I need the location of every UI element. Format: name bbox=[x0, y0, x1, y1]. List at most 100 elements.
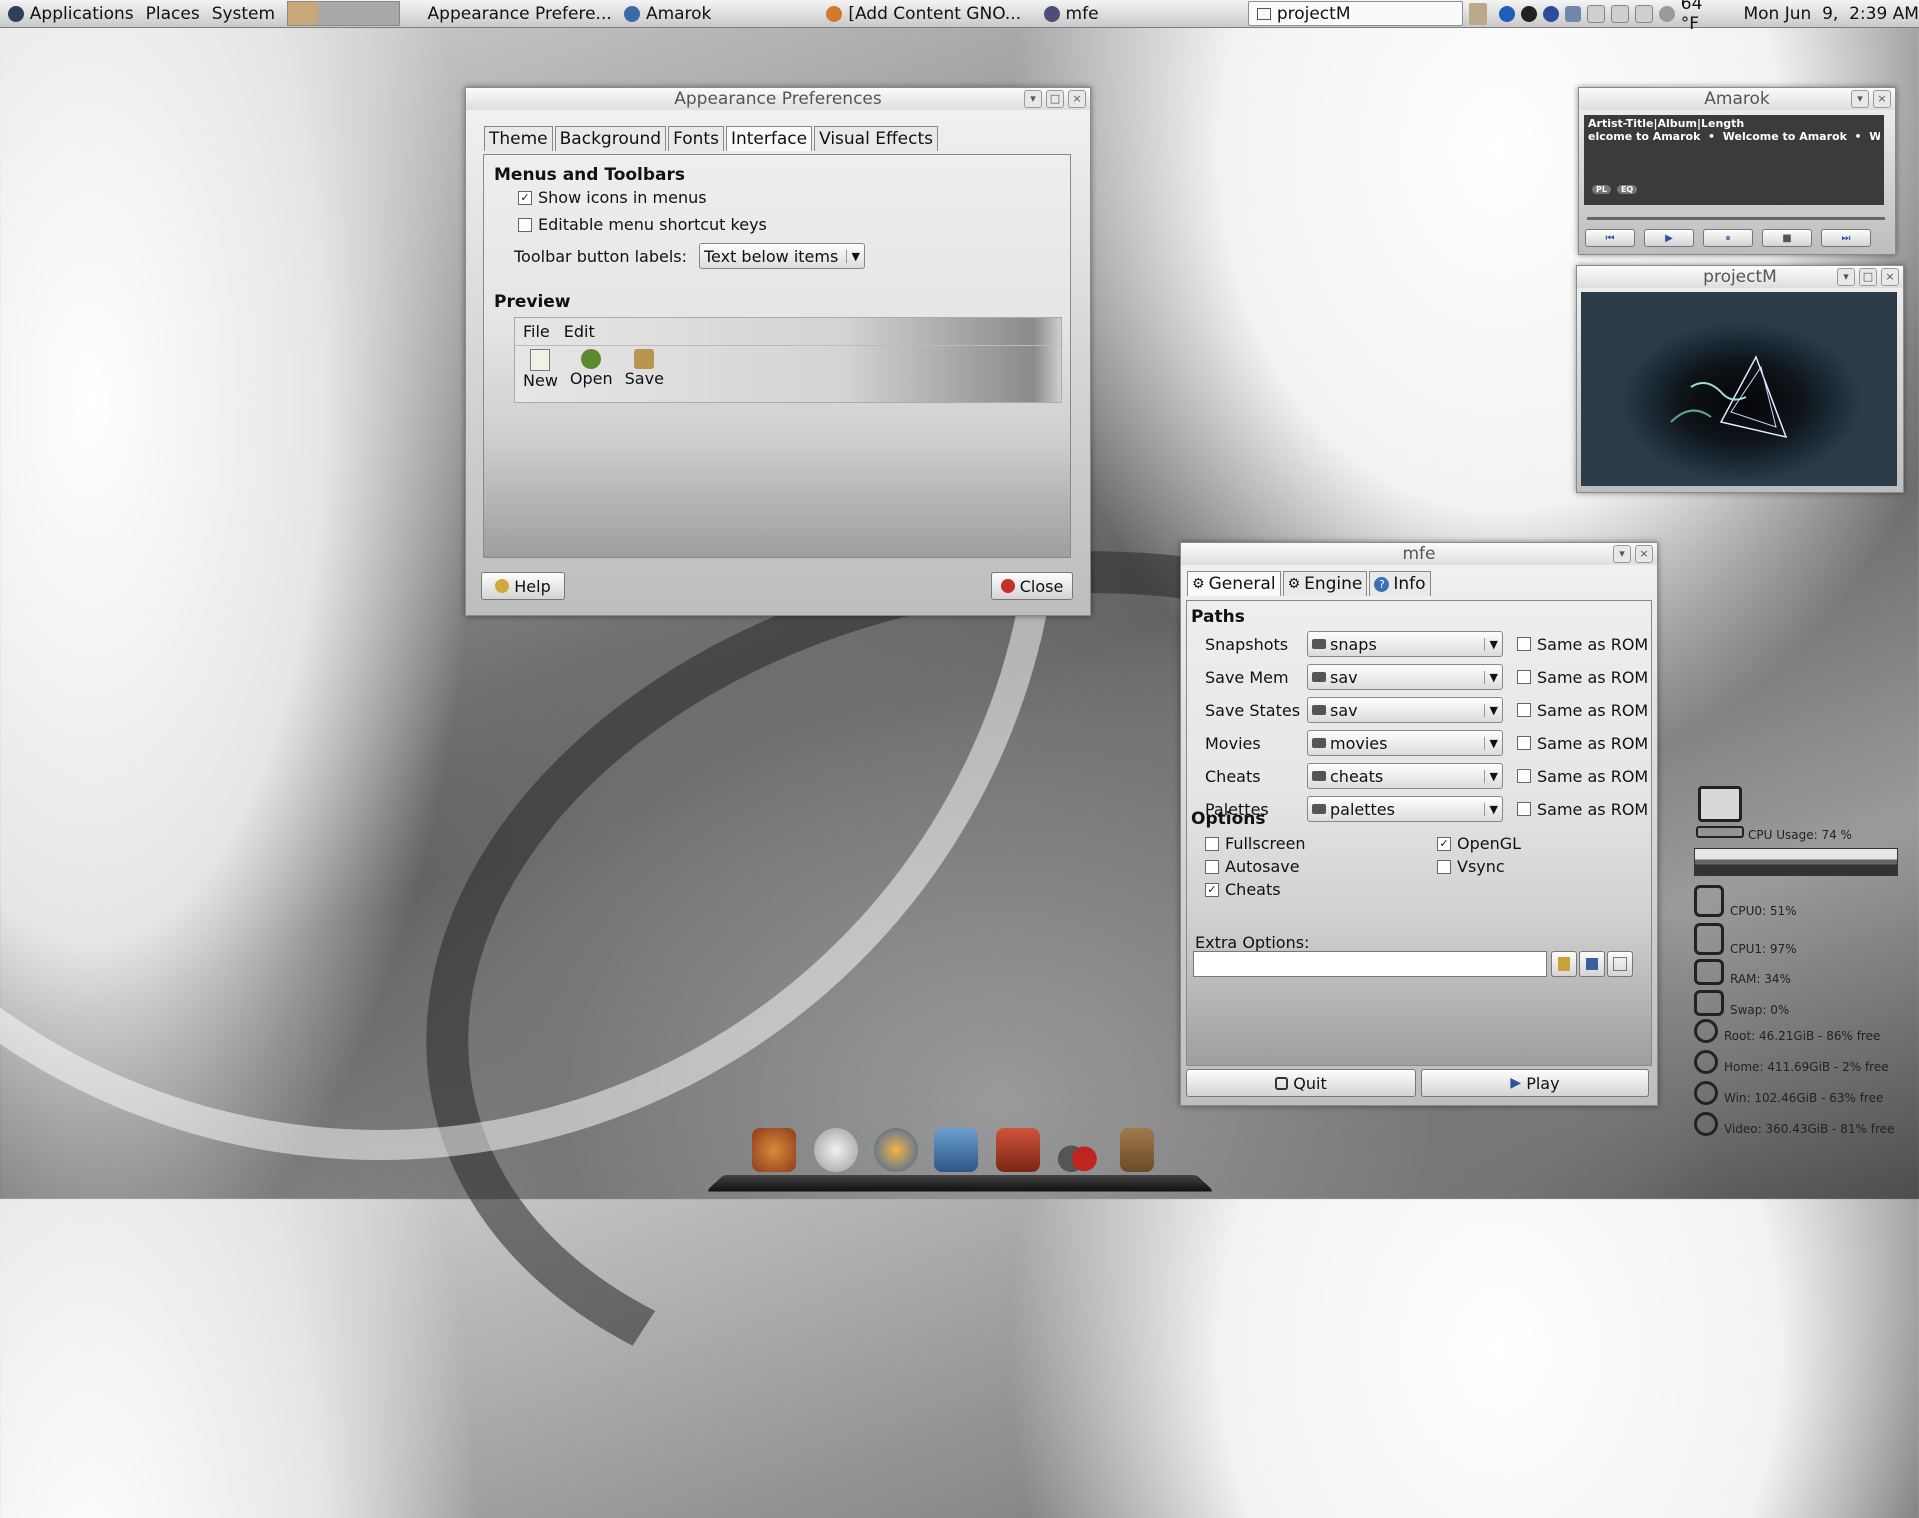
editable-keys-checkbox-row[interactable]: Editable menu shortcut keys bbox=[518, 215, 767, 234]
toolbar-labels-combo[interactable]: Text below items ▼ bbox=[698, 243, 865, 269]
dock-pidgin-icon[interactable] bbox=[814, 1128, 858, 1172]
gnome-foot-icon[interactable] bbox=[8, 5, 24, 22]
trash-icon[interactable] bbox=[1469, 2, 1487, 25]
close-window-button[interactable]: × bbox=[1873, 90, 1891, 108]
vsync-option[interactable]: Vsync bbox=[1437, 857, 1505, 876]
minimize-button[interactable]: ▾ bbox=[1613, 545, 1631, 563]
show-icons-checkbox[interactable]: ✓ bbox=[518, 190, 532, 205]
task-projectm[interactable]: projectM bbox=[1247, 1, 1464, 26]
equalizer-toggle-button[interactable]: EQ bbox=[1616, 185, 1638, 194]
minimize-button[interactable]: ▾ bbox=[1851, 90, 1869, 108]
task-amarok[interactable]: Amarok bbox=[616, 2, 814, 25]
window-titlebar[interactable]: mfe ▾ × bbox=[1181, 543, 1657, 565]
save-options-button[interactable] bbox=[1579, 951, 1605, 977]
quit-button[interactable]: Quit bbox=[1186, 1069, 1416, 1097]
autosave-checkbox[interactable] bbox=[1205, 859, 1219, 874]
tray-pidgin-icon[interactable] bbox=[1520, 5, 1537, 22]
clock[interactable]: Mon Jun 9, 2:39 AM bbox=[1743, 4, 1919, 24]
editable-keys-checkbox[interactable] bbox=[518, 217, 532, 232]
same-as-rom-checkbox[interactable] bbox=[1517, 670, 1531, 684]
dock-game-icon[interactable] bbox=[934, 1128, 978, 1172]
drive-icon[interactable] bbox=[1586, 4, 1605, 23]
opengl-option[interactable]: ✓ OpenGL bbox=[1437, 834, 1521, 853]
drive-icon-2[interactable] bbox=[1610, 4, 1629, 23]
dock-speaker-icon[interactable] bbox=[1120, 1128, 1154, 1172]
cheats-option[interactable]: ✓ Cheats bbox=[1205, 880, 1281, 899]
same-as-rom-checkbox[interactable] bbox=[1517, 637, 1531, 651]
minimize-button[interactable]: ▾ bbox=[1024, 90, 1042, 108]
window-titlebar[interactable]: Amarok ▾ × bbox=[1579, 88, 1895, 110]
tab-info[interactable]: ? Info bbox=[1369, 571, 1431, 596]
play-button[interactable]: ▶ Play bbox=[1421, 1069, 1649, 1097]
preview-menu-edit[interactable]: Edit bbox=[564, 322, 595, 341]
tray-app-icon[interactable] bbox=[1498, 5, 1515, 22]
tab-engine[interactable]: ⚙ Engine bbox=[1282, 571, 1368, 596]
extra-options-input[interactable] bbox=[1193, 951, 1547, 977]
visualization-canvas[interactable] bbox=[1581, 292, 1897, 486]
same-as-rom-checkbox[interactable] bbox=[1517, 703, 1531, 717]
system-menu[interactable]: System bbox=[206, 0, 281, 27]
weather-temp[interactable]: 64 °F bbox=[1681, 0, 1726, 34]
next-button[interactable]: ⏭ bbox=[1821, 229, 1871, 247]
copy-options-button[interactable] bbox=[1607, 951, 1633, 977]
drive-icon-3[interactable] bbox=[1634, 4, 1653, 23]
path-combo[interactable]: sav ▼ bbox=[1307, 664, 1503, 690]
path-combo[interactable]: movies ▼ bbox=[1307, 730, 1503, 756]
close-window-button[interactable]: × bbox=[1881, 268, 1899, 286]
path-combo[interactable]: palettes ▼ bbox=[1307, 796, 1503, 822]
window-titlebar[interactable]: Appearance Preferences ▾ □ × bbox=[466, 88, 1090, 110]
fullscreen-checkbox[interactable] bbox=[1205, 836, 1219, 851]
workspace-switcher[interactable] bbox=[287, 1, 400, 26]
show-icons-checkbox-row[interactable]: ✓ Show icons in menus bbox=[518, 188, 707, 207]
path-combo[interactable]: sav ▼ bbox=[1307, 697, 1503, 723]
close-button[interactable]: Close bbox=[991, 572, 1073, 600]
close-window-button[interactable]: × bbox=[1068, 90, 1086, 108]
preview-menu-file[interactable]: File bbox=[523, 322, 550, 341]
same-as-rom-checkbox[interactable] bbox=[1517, 736, 1531, 750]
task-appearance[interactable]: Appearance Prefere... bbox=[414, 2, 612, 25]
task-mfe[interactable]: mfe bbox=[1036, 2, 1244, 25]
clear-button[interactable] bbox=[1551, 951, 1577, 977]
seek-slider[interactable] bbox=[1587, 217, 1885, 220]
play-button[interactable]: ▶ bbox=[1644, 229, 1694, 247]
playlist-toggle-button[interactable]: PL bbox=[1592, 185, 1611, 194]
close-window-button[interactable]: × bbox=[1635, 545, 1653, 563]
tab-interface[interactable]: Interface bbox=[725, 126, 813, 151]
path-combo[interactable]: cheats ▼ bbox=[1307, 763, 1503, 789]
task-firefox[interactable]: [Add Content GNO... bbox=[818, 2, 1031, 25]
maximize-button[interactable]: □ bbox=[1859, 268, 1877, 286]
dock-cherry-icon[interactable] bbox=[1058, 1128, 1102, 1172]
tab-fonts[interactable]: Fonts bbox=[668, 126, 724, 151]
vsync-checkbox[interactable] bbox=[1437, 859, 1451, 874]
network-icon[interactable] bbox=[1564, 5, 1581, 22]
tab-general[interactable]: ⚙ General bbox=[1187, 571, 1281, 596]
minimize-button[interactable]: ▾ bbox=[1837, 268, 1855, 286]
path-combo[interactable]: snaps ▼ bbox=[1307, 631, 1503, 657]
pause-button[interactable]: ⏸ bbox=[1703, 229, 1753, 247]
preview-open-button[interactable]: Open bbox=[570, 349, 613, 390]
help-button[interactable]: Help bbox=[481, 572, 565, 600]
autosave-option[interactable]: Autosave bbox=[1205, 857, 1300, 876]
tab-background[interactable]: Background bbox=[554, 126, 667, 151]
previous-button[interactable]: ⏮ bbox=[1585, 229, 1635, 247]
same-as-rom-checkbox[interactable] bbox=[1517, 802, 1531, 816]
opengl-checkbox[interactable]: ✓ bbox=[1437, 836, 1451, 851]
dock-tv-icon[interactable] bbox=[996, 1128, 1040, 1172]
preview-new-button[interactable]: New bbox=[523, 349, 558, 390]
weather-icon[interactable] bbox=[1658, 5, 1675, 22]
dock-firefox-icon[interactable] bbox=[752, 1128, 796, 1172]
preview-save-button[interactable]: Save bbox=[625, 349, 664, 390]
path-row-0: Snapshots snaps ▼ Same as ROM bbox=[1205, 631, 1648, 657]
applications-menu[interactable]: Applications bbox=[24, 0, 140, 27]
tab-visual-effects[interactable]: Visual Effects bbox=[814, 126, 938, 151]
tab-theme[interactable]: Theme bbox=[484, 126, 553, 151]
same-as-rom-checkbox[interactable] bbox=[1517, 769, 1531, 783]
dock-browser-icon[interactable] bbox=[874, 1128, 918, 1172]
fullscreen-option[interactable]: Fullscreen bbox=[1205, 834, 1306, 853]
window-titlebar[interactable]: projectM ▾ □ × bbox=[1577, 266, 1903, 288]
cheats-checkbox[interactable]: ✓ bbox=[1205, 882, 1219, 897]
places-menu[interactable]: Places bbox=[140, 0, 206, 27]
bluetooth-icon[interactable] bbox=[1542, 5, 1559, 22]
maximize-button[interactable]: □ bbox=[1046, 90, 1064, 108]
stop-button[interactable]: ■ bbox=[1762, 229, 1812, 247]
